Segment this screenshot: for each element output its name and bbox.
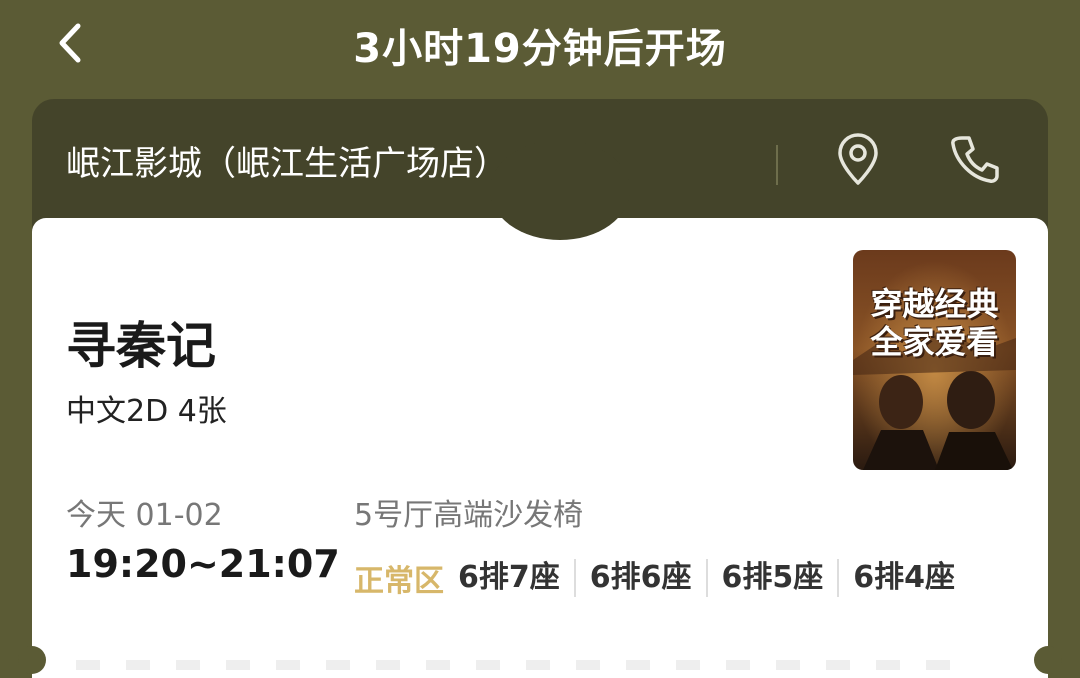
hall-name: 5号厅高端沙发椅 <box>354 498 584 533</box>
poster-tagline-1: 穿越经典 <box>870 285 999 323</box>
movie-poster[interactable]: 穿越经典 全家爱看 <box>853 250 1016 470</box>
divider <box>776 145 778 185</box>
seat-list: 正常区 6排7座 6排6座 6排5座 6排4座 <box>354 558 969 599</box>
ticket-card: 寻秦记 中文2D 4张 穿越经典 全家爱看 今天 01-02 19:20~21:… <box>18 140 1062 678</box>
location-pin-icon <box>838 133 878 185</box>
show-date: 今天 01-02 <box>66 498 223 533</box>
show-time: 19:20~21:07 <box>66 542 340 586</box>
ticket-cut-left <box>18 646 46 674</box>
seat-item: 6排7座 <box>458 560 560 595</box>
ticket-perforation <box>76 660 1006 670</box>
cinema-name-link[interactable]: 岷江影城（岷江生活广场店） <box>66 136 508 185</box>
movie-title: 寻秦记 <box>66 317 216 375</box>
poster-tagline-2: 全家爱看 <box>870 323 999 361</box>
phone-button[interactable] <box>944 129 1004 189</box>
movie-info: 中文2D 4张 <box>66 394 227 429</box>
seat-zone: 正常区 <box>354 564 444 599</box>
ticket-cut-right <box>1034 646 1062 674</box>
seat-item: 6排5座 <box>705 559 838 597</box>
seat-item: 6排6座 <box>573 559 706 597</box>
phone-icon <box>951 136 999 183</box>
seat-item: 6排4座 <box>837 559 969 597</box>
location-button[interactable] <box>828 129 888 189</box>
page-title: 3小时19分钟后开场 <box>353 26 727 72</box>
ticket-notch <box>490 140 630 240</box>
top-bar: 3小时19分钟后开场 <box>0 0 1080 90</box>
